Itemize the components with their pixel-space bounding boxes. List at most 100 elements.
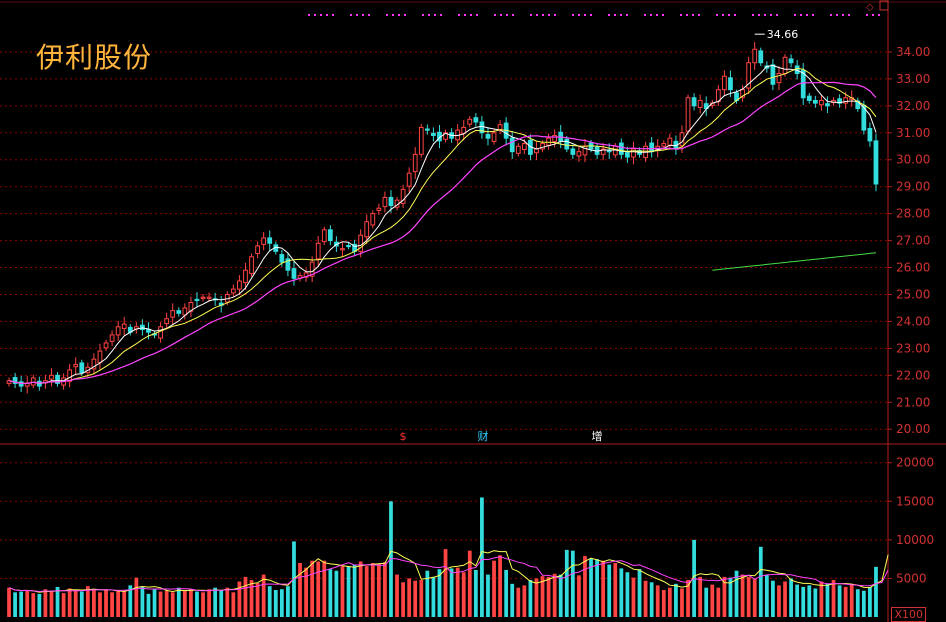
candle [400, 184, 406, 208]
marker-dot [464, 14, 466, 16]
price-tick-label: 31.00 [896, 126, 930, 140]
candle-body [691, 97, 697, 107]
volume-bar [37, 593, 42, 617]
candle-body [697, 99, 703, 108]
event-badge: $ [400, 430, 407, 443]
marker-dot [716, 14, 718, 16]
candle-body [521, 143, 527, 150]
candle [412, 147, 418, 179]
volume-bar [661, 590, 666, 617]
candle-body [631, 148, 636, 158]
marker-dot [722, 14, 724, 16]
volume-bar [328, 569, 333, 617]
candle-body [267, 237, 273, 244]
volume-bar [795, 584, 800, 617]
volume-bar [480, 497, 484, 617]
volume-bar [577, 575, 581, 617]
high-price-label: 34.66 [767, 28, 799, 41]
volume-bar [43, 589, 48, 617]
candle [509, 130, 515, 159]
candle-body [121, 323, 127, 329]
marker-dot [848, 14, 850, 16]
candle [121, 316, 127, 336]
candle-body [340, 248, 345, 251]
candle-body [685, 97, 691, 132]
marker-dot [764, 14, 766, 16]
candle [382, 191, 388, 213]
volume-bar [837, 585, 842, 617]
candle [691, 93, 697, 111]
candle [127, 324, 133, 336]
candle [497, 120, 503, 135]
volume-bar [158, 591, 163, 617]
volume-bar [243, 576, 248, 617]
candle [158, 322, 163, 343]
volume-tick-label: 15000 [896, 494, 934, 508]
volume-tick-label: 20000 [896, 456, 934, 470]
marker-dot [434, 14, 436, 16]
candle-body [200, 296, 206, 299]
candle [67, 364, 73, 388]
volume-bar [758, 546, 763, 617]
price-tick-label: 26.00 [896, 261, 930, 275]
candle-body [279, 254, 285, 263]
volume-bar [486, 574, 490, 617]
candle [43, 374, 48, 389]
volume-bar [334, 570, 339, 617]
marker-dot [392, 14, 394, 16]
diamond-icon: ◇ [866, 2, 874, 13]
volume-bar [134, 577, 139, 617]
candle [618, 138, 624, 159]
candle-body [140, 324, 145, 331]
price-tick-label: 23.00 [896, 341, 930, 355]
volume-bar [649, 582, 654, 617]
price-tick-label: 34.00 [896, 45, 930, 59]
volume-bar [789, 578, 793, 617]
volume-bar [528, 579, 533, 617]
volume-bar [189, 589, 193, 617]
volume-bar [522, 585, 527, 617]
volume-bar [552, 573, 557, 617]
candle-body [230, 288, 236, 294]
candle [261, 231, 267, 251]
candlestick-chart[interactable]: 34.00 33.00 32.00 31.00 30.00 29.00 28.00 27.00… [0, 0, 946, 622]
candle-body [758, 50, 764, 64]
volume-bar [261, 574, 266, 617]
stock-name-title: 伊利股份 [36, 41, 153, 74]
candle [297, 272, 303, 282]
volume-bar [728, 577, 733, 617]
volume-bar [419, 579, 424, 617]
candle [327, 225, 333, 246]
volume-bar [607, 564, 612, 617]
candle [30, 374, 36, 389]
volume-bar [310, 560, 315, 617]
marker-dot [362, 14, 364, 16]
candle-body [564, 138, 570, 150]
volume-bar [443, 549, 448, 617]
volume-bar [407, 578, 412, 617]
candle-body [618, 142, 624, 155]
candle [103, 339, 109, 352]
volume-bar [431, 576, 436, 617]
volume-bar [807, 585, 812, 617]
marker-dot [512, 14, 514, 16]
volume-bar [680, 588, 684, 617]
candle-body [649, 142, 655, 153]
price-tick-label: 29.00 [896, 180, 930, 194]
volume-bar [831, 579, 836, 617]
candle [164, 312, 170, 330]
candle-body [770, 64, 776, 85]
candle-body [418, 126, 424, 155]
candle [49, 368, 54, 387]
candle-body [206, 296, 212, 299]
volume-bar [213, 587, 218, 617]
volume-bar [667, 587, 672, 617]
candle-body [515, 145, 521, 154]
candle-body [625, 152, 630, 158]
candle-body [819, 99, 824, 106]
candle-body [722, 75, 727, 91]
marker-dot [812, 14, 814, 16]
volume-bar [316, 561, 321, 617]
volume-bar [461, 572, 466, 617]
marker-dot [356, 14, 358, 16]
